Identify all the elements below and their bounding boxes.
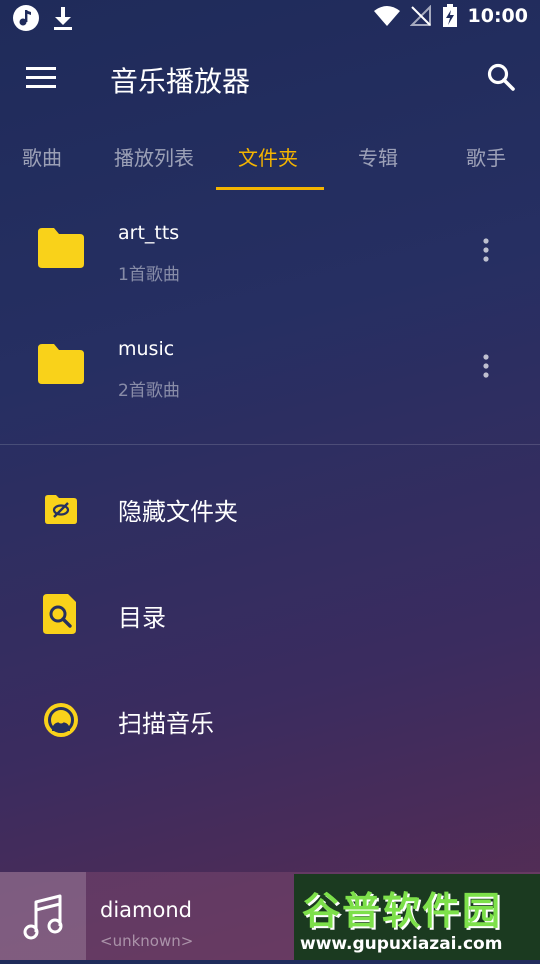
folder-icon: [38, 228, 84, 268]
wifi-icon: [373, 6, 400, 26]
status-bar: 10:00: [0, 0, 540, 38]
hidden-folders-label: 隐藏文件夹: [118, 498, 238, 526]
album-art: [0, 872, 86, 960]
download-icon: [54, 7, 72, 30]
tab-songs[interactable]: 歌曲: [22, 142, 62, 171]
no-signal-icon: [409, 5, 431, 26]
directory-label: 目录: [118, 604, 166, 632]
folder-name: music: [118, 338, 175, 360]
folder-item[interactable]: art_tts 1首歌曲: [0, 200, 540, 310]
scan-music-item[interactable]: 扫描音乐: [0, 680, 540, 760]
tab-playlists[interactable]: 播放列表: [114, 142, 194, 171]
search-icon[interactable]: [486, 62, 516, 92]
more-options-icon[interactable]: [476, 352, 496, 382]
folder-song-count: 2首歌曲: [118, 381, 180, 401]
music-note-icon: [23, 894, 63, 940]
scan-music-icon: [44, 703, 78, 737]
music-note-status-icon: [13, 5, 39, 31]
active-tab-indicator: [216, 187, 324, 190]
watermark-logo: 谷普软件园 www.gupuxiazai.com: [294, 874, 540, 960]
menu-icon[interactable]: [26, 66, 56, 90]
folder-icon: [38, 344, 84, 384]
hidden-folders-item[interactable]: 隐藏文件夹: [0, 468, 540, 548]
tab-folders[interactable]: 文件夹: [238, 142, 298, 171]
tab-bar: 歌曲 播放列表 文件夹 专辑 歌手: [0, 128, 540, 190]
hidden-folder-icon: [45, 495, 77, 524]
status-time: 10:00: [467, 5, 528, 27]
watermark-url: www.gupuxiazai.com: [300, 934, 503, 954]
directory-item[interactable]: 目录: [0, 574, 540, 654]
directory-search-icon: [43, 594, 76, 634]
app-title: 音乐播放器: [110, 65, 251, 98]
section-divider: [0, 444, 540, 445]
folder-name: art_tts: [118, 222, 180, 244]
folder-song-count: 1首歌曲: [118, 265, 180, 285]
tab-artists[interactable]: 歌手: [466, 142, 506, 171]
now-playing-artist: <unknown>: [100, 932, 194, 950]
scan-music-label: 扫描音乐: [118, 710, 214, 738]
tab-albums[interactable]: 专辑: [358, 142, 398, 171]
now-playing-title: diamond: [100, 898, 192, 922]
watermark-text: 谷普软件园: [302, 889, 503, 933]
app-bar: 音乐播放器: [0, 44, 540, 114]
more-options-icon[interactable]: [476, 236, 496, 266]
battery-charging-icon: [442, 4, 457, 27]
folder-item[interactable]: music 2首歌曲: [0, 316, 540, 426]
